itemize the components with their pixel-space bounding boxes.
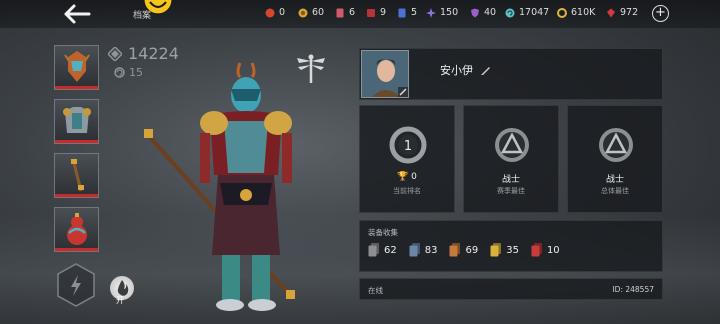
gold-ring-icon	[557, 7, 567, 18]
red-card-icon	[336, 8, 344, 17]
red-card-icon	[531, 243, 542, 257]
resource-gold-coin[interactable]: 60	[298, 7, 324, 18]
resource-cyan-swirl[interactable]: 17047	[505, 7, 549, 18]
orange-card-icon	[449, 243, 461, 257]
equip-slot-armor[interactable]	[54, 99, 99, 144]
collection-item: 35	[490, 243, 519, 257]
rank-triangle-icon	[599, 128, 633, 162]
purple-shield-icon	[471, 8, 479, 17]
skill-slot-locked[interactable]	[55, 262, 97, 308]
equip-slot-gourd[interactable]	[54, 207, 99, 252]
season-best-label: 赛季最佳	[497, 187, 525, 195]
toggle-label: 开	[116, 296, 124, 305]
hero-character[interactable]	[140, 55, 340, 320]
status-footer: 在线 ID: 248557	[359, 278, 663, 300]
slot-rarity-bar	[55, 140, 98, 143]
overall-best-label: 总体最佳	[601, 187, 629, 195]
rank-value: 🏆 0	[397, 172, 417, 182]
back-arrow-icon[interactable]	[62, 3, 92, 25]
dark-red-badge-icon	[367, 8, 375, 17]
avatar[interactable]	[361, 50, 409, 98]
equip-slot-weapon[interactable]	[54, 153, 99, 198]
collection-item: 69	[449, 243, 478, 257]
collection-item: 62	[368, 243, 397, 257]
blue-card-icon	[409, 243, 420, 257]
season-best-title: 战士	[501, 175, 520, 185]
equipment-collection[interactable]: 装备收集 62 83 69 35 10	[359, 220, 663, 272]
staff-icon	[71, 158, 84, 192]
slot-rarity-bar	[55, 194, 98, 197]
player-id: ID: 248557	[612, 285, 654, 294]
equip-slot-helmet[interactable]	[54, 45, 99, 90]
resource-ruby[interactable]: 972	[606, 7, 638, 18]
edit-name-icon[interactable]	[480, 61, 492, 75]
red-gem-icon	[265, 8, 275, 17]
resource-purple-shield[interactable]: 40	[470, 7, 496, 18]
level-swirl-icon	[114, 67, 125, 78]
stat-card-season-best[interactable]: 战士 赛季最佳	[463, 105, 559, 213]
resource-red-gem[interactable]: 0	[265, 7, 285, 18]
gold-coin-icon	[298, 8, 308, 17]
player-name: 安小伊	[440, 64, 473, 77]
gourd-icon	[67, 213, 87, 245]
collection-title: 装备收集	[368, 228, 398, 237]
collection-item: 10	[531, 243, 560, 257]
gold-card-icon	[490, 243, 502, 257]
online-status: 在线	[368, 286, 383, 295]
cyan-swirl-icon	[505, 8, 515, 17]
flame-icon	[117, 280, 129, 296]
character-level: 15	[114, 66, 143, 79]
rank-label: 当前排名	[393, 187, 421, 195]
rank-triangle-icon	[495, 128, 529, 162]
stat-card-rank[interactable]: 1 🏆 0 当前排名	[359, 105, 455, 213]
resource-blue-card[interactable]: 5	[397, 7, 417, 18]
armor-icon	[63, 107, 91, 133]
resource-dark-red-badge[interactable]: 9	[366, 7, 386, 18]
ruby-icon	[607, 8, 615, 17]
trophy-icon: 🏆	[397, 172, 409, 182]
stat-card-overall-best[interactable]: 战士 总体最佳	[567, 105, 663, 213]
svg-text:1: 1	[404, 139, 412, 154]
overall-best-title: 战士	[605, 175, 624, 185]
purple-star-icon	[426, 7, 436, 18]
diamond-icon	[108, 46, 122, 61]
resource-red-card[interactable]: 6	[335, 7, 355, 18]
helmet-icon	[64, 51, 90, 82]
blue-card-icon	[398, 8, 406, 17]
rank-ring-icon: 1	[389, 126, 427, 164]
resource-gold-ring[interactable]: 610K	[557, 7, 595, 18]
add-currency-button[interactable]: +	[652, 5, 669, 22]
resource-purple-star[interactable]: 150	[426, 7, 458, 18]
gray-card-icon	[368, 243, 379, 257]
slot-rarity-bar	[55, 86, 98, 89]
collection-item: 83	[409, 243, 437, 257]
collection-list: 62 83 69 35 10	[368, 243, 560, 257]
archive-label: 档案	[133, 11, 152, 21]
slot-rarity-bar	[55, 248, 98, 251]
